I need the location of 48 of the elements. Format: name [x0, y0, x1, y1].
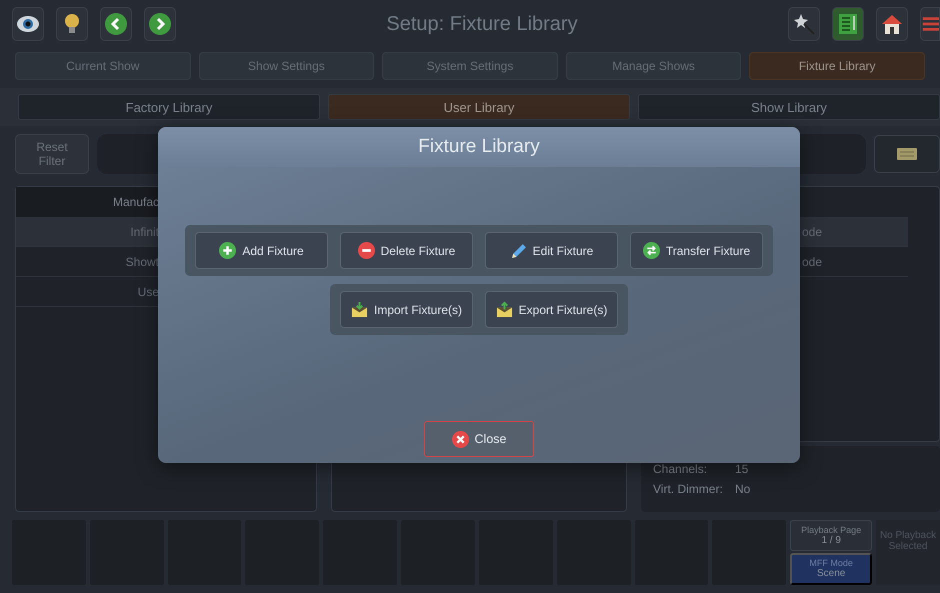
close-button[interactable]: Close [424, 421, 534, 457]
magic-wand-icon [792, 12, 816, 36]
library-tab[interactable]: User Library [328, 94, 630, 120]
settings-tab[interactable]: Current Show [15, 52, 191, 80]
reset-filter-button[interactable]: Reset Filter [15, 134, 89, 174]
action-button[interactable]: Import Fixture(s) [340, 291, 473, 328]
library-tab[interactable]: Factory Library [18, 94, 320, 120]
inbox-download-icon [350, 301, 368, 318]
pencil-icon [510, 242, 527, 259]
action-button[interactable]: Delete Fixture [340, 232, 473, 269]
swap-arrows-icon [642, 242, 660, 259]
info-label: Channels: [653, 462, 708, 476]
settings-tab[interactable]: System Settings [382, 52, 558, 80]
settings-tab[interactable]: Manage Shows [566, 52, 742, 80]
menu-button[interactable] [920, 7, 940, 41]
spreadsheet-icon [836, 12, 860, 36]
dialog-title: Fixture Library [158, 127, 800, 167]
settings-tab[interactable]: Fixture Library [749, 52, 925, 80]
playback-page-button[interactable]: Playback Page 1 / 9 [790, 520, 872, 550]
bulb-button[interactable] [56, 7, 88, 41]
chevron-left-icon [104, 12, 128, 36]
minus-icon [358, 242, 375, 259]
eye-button[interactable] [12, 7, 44, 41]
column-header: Manufac [16, 187, 159, 217]
info-label: Virt. Dimmer: [653, 482, 724, 496]
manufacturer-row[interactable]: Infinit [16, 217, 159, 247]
house-icon [880, 12, 904, 36]
close-icon [452, 430, 469, 448]
forward-button[interactable] [144, 7, 176, 41]
screen-title: Setup: Fixture Library [385, 12, 579, 36]
spreadsheet-button[interactable] [832, 7, 864, 41]
chevron-right-icon [148, 12, 172, 36]
settings-tab[interactable]: Show Settings [198, 52, 374, 80]
mff-mode-button[interactable]: MFF Mode Scene [790, 552, 872, 585]
plus-icon [219, 242, 236, 259]
action-button[interactable]: Transfer Fixture [630, 232, 763, 269]
action-button[interactable]: Export Fixture(s) [485, 291, 618, 328]
keyboard-button[interactable] [874, 135, 940, 173]
info-value: No [735, 482, 752, 496]
inbox-upload-icon [496, 301, 513, 318]
keyboard-icon [897, 148, 917, 160]
library-tab[interactable]: Show Library [638, 94, 940, 120]
action-button[interactable]: Add Fixture [195, 232, 328, 269]
back-button[interactable] [100, 7, 132, 41]
home-button[interactable] [876, 7, 908, 41]
info-value: 15 [735, 462, 750, 476]
wizard-button[interactable] [788, 7, 820, 41]
action-button[interactable]: Edit Fixture [485, 232, 618, 269]
